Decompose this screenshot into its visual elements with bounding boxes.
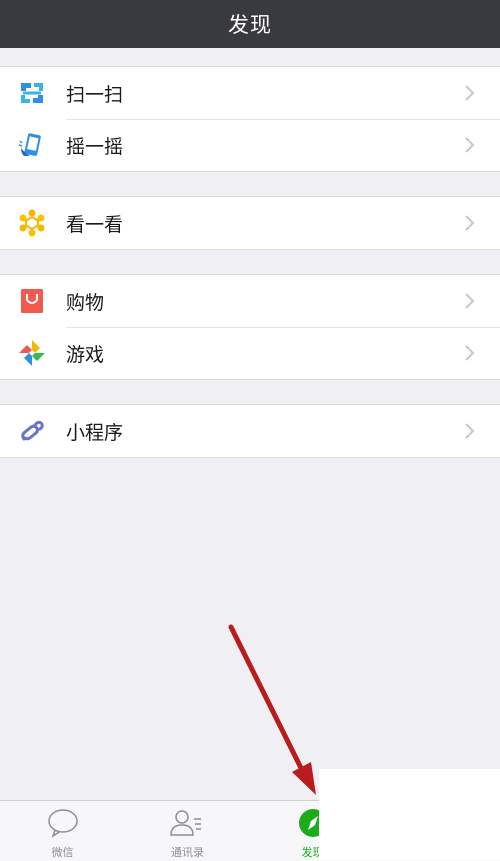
top-stories-icon: [19, 209, 45, 237]
chat-bubble-icon: [48, 809, 78, 838]
chevron-right-icon: [465, 423, 475, 439]
chevron-right-icon: [465, 293, 475, 309]
shake-icon: [18, 133, 41, 156]
white-overlay: [319, 769, 500, 860]
menu-item-shopping[interactable]: 购物: [0, 275, 500, 327]
menu-label-games: 游戏: [66, 343, 105, 366]
menu-label-scan: 扫一扫: [66, 83, 124, 106]
contacts-icon: [170, 810, 201, 836]
chevron-right-icon: [465, 345, 475, 361]
chevron-right-icon: [465, 215, 475, 231]
tab-label-contacts: 通讯录: [171, 846, 204, 859]
shopping-bag-icon: [21, 289, 43, 313]
menu-label-mini-programs: 小程序: [66, 421, 124, 444]
tab-label-chats: 微信: [51, 846, 74, 859]
menu-label-shake: 摇一摇: [66, 135, 124, 158]
scan-icon: [21, 83, 43, 103]
nav-bar: 发现: [0, 0, 500, 48]
menu-item-shake[interactable]: 摇一摇: [0, 119, 500, 171]
menu-label-shopping: 购物: [66, 291, 105, 314]
mini-program-icon: [21, 420, 44, 441]
page-title: 发现: [228, 13, 272, 37]
menu-group-4: 小程序: [0, 404, 500, 458]
menu-group-1: 扫一扫 摇一摇: [0, 66, 500, 172]
tab-contacts[interactable]: 通讯录: [125, 801, 250, 861]
menu-item-top-stories[interactable]: 看一看: [0, 197, 500, 249]
menu-item-mini-programs[interactable]: 小程序: [0, 405, 500, 457]
menu-item-scan[interactable]: 扫一扫: [0, 67, 500, 119]
menu-group-2: 看一看: [0, 196, 500, 250]
chevron-right-icon: [465, 137, 475, 153]
games-icon: [19, 340, 45, 366]
tab-chats[interactable]: 微信: [0, 801, 125, 861]
menu-group-3: 购物 游戏: [0, 274, 500, 380]
chevron-right-icon: [465, 85, 475, 101]
menu-label-top-stories: 看一看: [66, 213, 124, 236]
menu-item-games[interactable]: 游戏: [0, 327, 500, 379]
